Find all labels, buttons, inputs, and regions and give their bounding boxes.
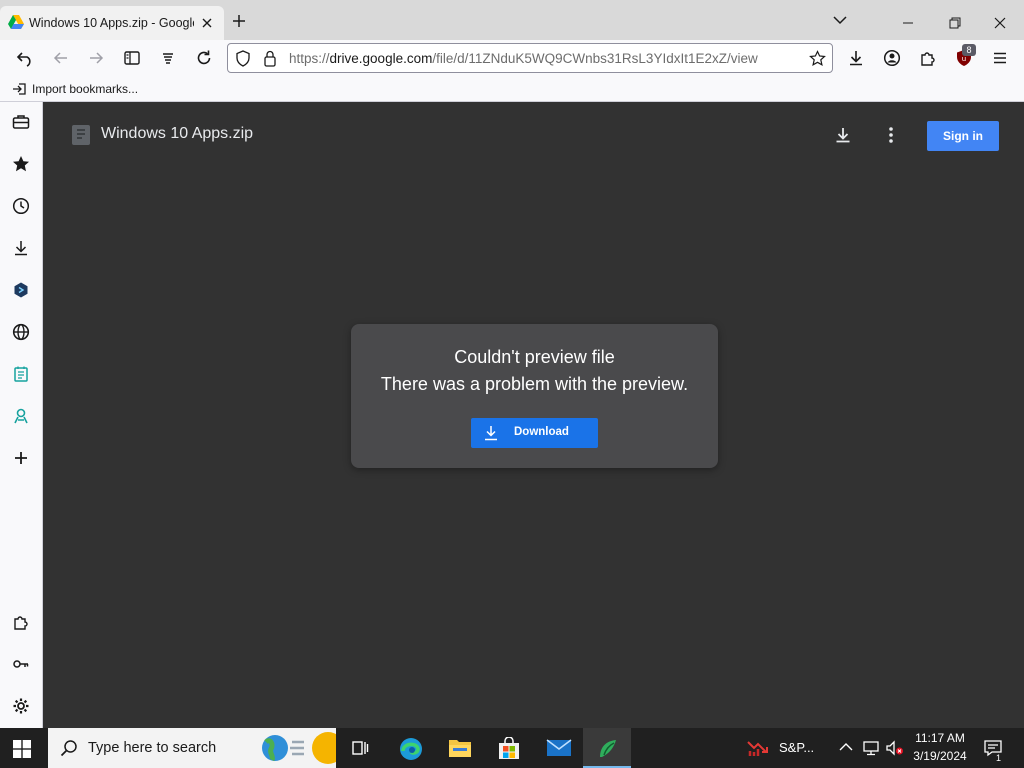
star-icon[interactable] xyxy=(12,155,30,173)
search-placeholder: Type here to search xyxy=(88,740,217,756)
active-app-icon[interactable] xyxy=(583,728,631,768)
file-icon xyxy=(72,125,90,145)
import-bookmarks-button[interactable]: Import bookmarks... xyxy=(12,81,138,97)
close-window-icon[interactable] xyxy=(993,16,1007,30)
dialog-message: There was a problem with the preview. xyxy=(380,374,689,394)
tab-title: Windows 10 Apps.zip - Google Drive xyxy=(29,16,194,30)
tab-strip: Windows 10 Apps.zip - Google Drive xyxy=(0,0,1024,40)
more-options-icon[interactable] xyxy=(883,126,899,144)
taskbar-search-box[interactable]: Type here to search xyxy=(48,728,336,768)
import-icon xyxy=(12,82,27,96)
history-icon[interactable] xyxy=(12,197,30,215)
google-drive-icon xyxy=(8,15,24,30)
svg-text:u: u xyxy=(962,55,966,63)
download-button-label: Download xyxy=(514,426,569,438)
import-bookmarks-label: Import bookmarks... xyxy=(32,82,139,96)
network-icon[interactable] xyxy=(862,739,880,757)
address-bar[interactable]: https://drive.google.com/file/d/11ZNduK5… xyxy=(227,43,833,73)
browser-sidebar xyxy=(0,102,43,728)
stock-chart-icon[interactable] xyxy=(746,738,772,758)
account-icon[interactable] xyxy=(883,49,901,67)
edge-icon[interactable] xyxy=(386,728,434,768)
tab-google-drive[interactable]: Windows 10 Apps.zip - Google Drive xyxy=(0,6,224,40)
globe-icon[interactable] xyxy=(12,323,30,341)
bookmarks-bar: Import bookmarks... xyxy=(0,76,1024,102)
extension-app-icon[interactable] xyxy=(12,281,30,299)
volume-muted-icon[interactable] xyxy=(885,739,905,757)
download-button[interactable]: Download xyxy=(471,418,598,448)
shield-icon[interactable] xyxy=(235,50,251,67)
microsoft-store-icon[interactable] xyxy=(484,728,532,768)
download-icon[interactable] xyxy=(834,126,852,144)
person-icon[interactable] xyxy=(12,407,30,425)
close-tab-icon[interactable] xyxy=(200,16,214,30)
reload-icon[interactable] xyxy=(195,49,213,67)
add-icon[interactable] xyxy=(12,449,30,467)
navigation-toolbar: https://drive.google.com/file/d/11ZNduK5… xyxy=(0,40,1024,76)
passwords-icon[interactable] xyxy=(12,655,30,673)
lock-icon[interactable] xyxy=(263,50,277,67)
notification-count: 1 xyxy=(996,753,1002,763)
sign-in-button[interactable]: Sign in xyxy=(927,121,999,151)
extension-badge: 8 xyxy=(962,44,976,56)
dialog-title: Couldn't preview file xyxy=(454,347,615,367)
new-tab-icon[interactable] xyxy=(232,14,246,28)
task-view-button[interactable] xyxy=(336,728,384,768)
sidebar-toggle-icon[interactable] xyxy=(123,49,141,67)
search-icon xyxy=(60,739,78,757)
extensions-icon[interactable] xyxy=(919,49,937,67)
minimize-icon[interactable] xyxy=(901,16,915,30)
windows-taskbar: Type here to search S&P... 11:17 AM 3/19… xyxy=(0,728,1024,768)
file-name: Windows 10 Apps.zip xyxy=(101,125,254,142)
bookmark-star-icon[interactable] xyxy=(809,50,826,67)
forward-icon[interactable] xyxy=(87,49,105,67)
downloads-icon[interactable] xyxy=(847,49,865,67)
clock-time[interactable]: 11:17 AM xyxy=(910,731,970,745)
settings-icon[interactable] xyxy=(12,697,30,715)
briefcase-icon[interactable] xyxy=(12,114,30,130)
mail-icon[interactable] xyxy=(533,728,581,768)
chevron-down-icon[interactable] xyxy=(833,16,847,25)
file-explorer-icon[interactable] xyxy=(435,728,483,768)
search-highlight-icon xyxy=(260,730,336,766)
clock-date[interactable]: 3/19/2024 xyxy=(910,749,970,763)
undo-icon[interactable] xyxy=(16,49,34,67)
drive-viewer: Windows 10 Apps.zip Sign in Couldn't pre… xyxy=(43,102,1024,728)
back-icon[interactable] xyxy=(52,49,70,67)
windows-start-icon[interactable] xyxy=(13,740,31,758)
restore-icon[interactable] xyxy=(948,16,962,30)
download-icon xyxy=(483,425,499,441)
menu-icon[interactable] xyxy=(991,49,1009,67)
chevron-up-icon[interactable] xyxy=(839,742,853,752)
stock-widget-label[interactable]: S&P... xyxy=(779,740,814,755)
extensions-icon[interactable] xyxy=(12,613,30,631)
preview-error-dialog: Couldn't preview file There was a proble… xyxy=(351,324,718,468)
list-icon[interactable] xyxy=(159,49,177,67)
url-text: https://drive.google.com/file/d/11ZNduK5… xyxy=(289,51,758,66)
notes-icon[interactable] xyxy=(12,365,30,383)
download-icon[interactable] xyxy=(12,239,30,257)
